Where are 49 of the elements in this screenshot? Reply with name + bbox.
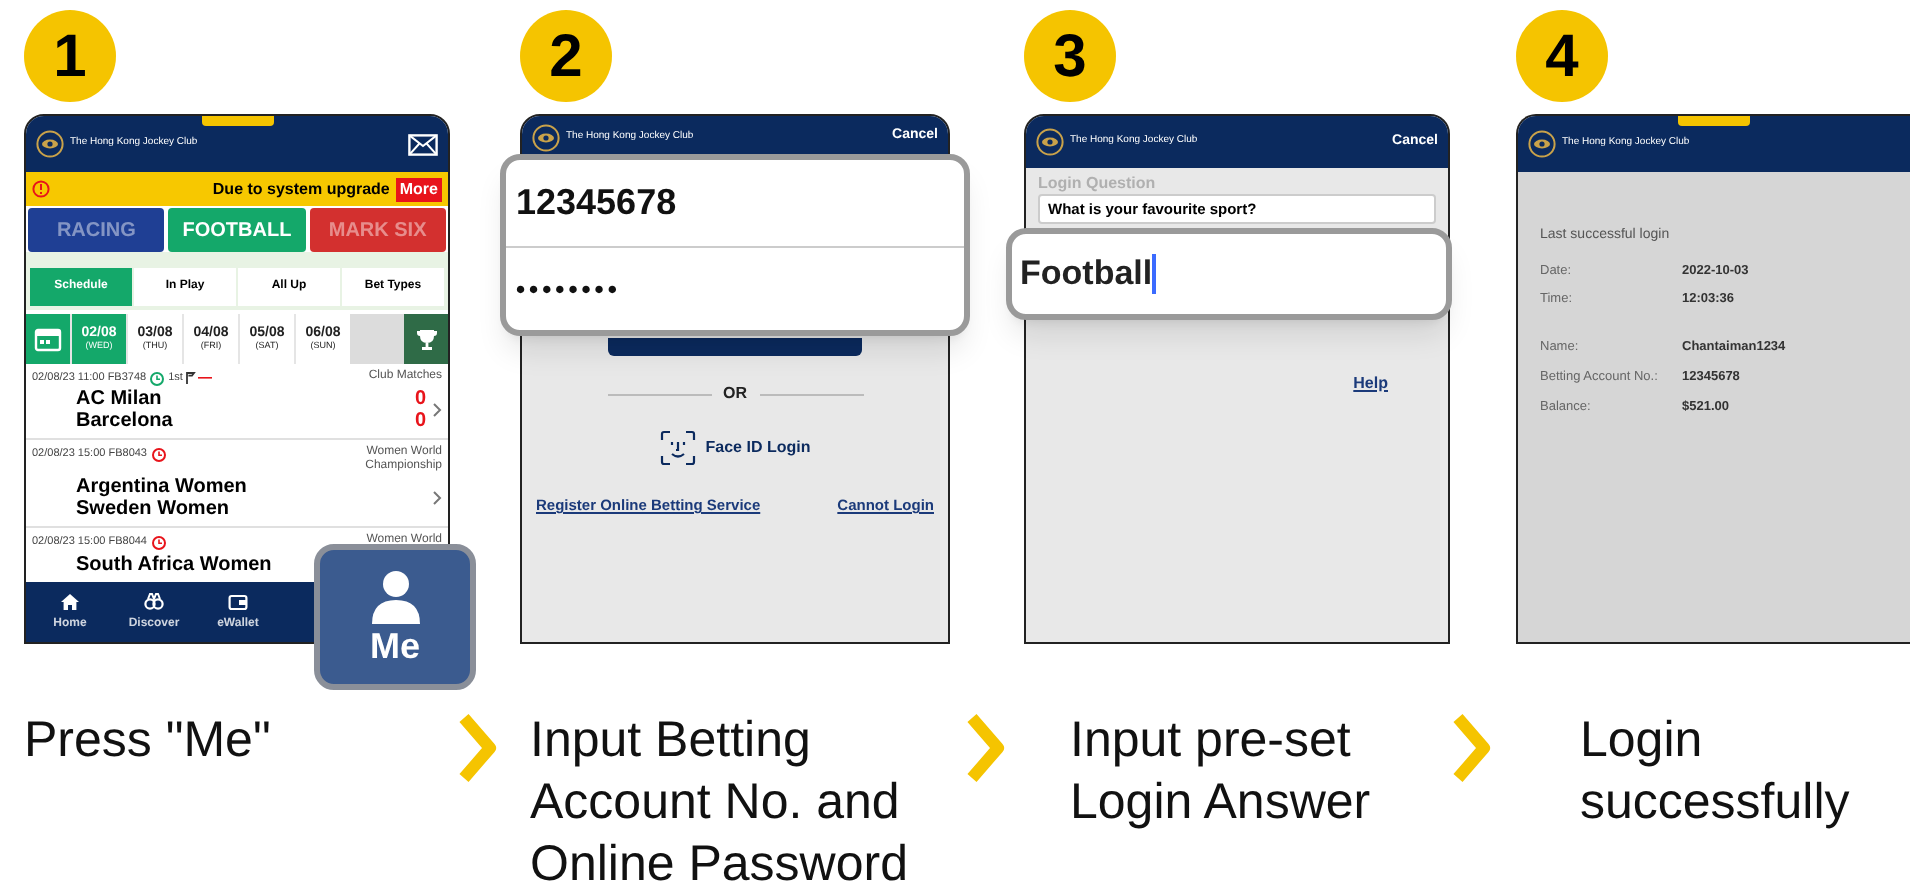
step-number: 2: [520, 10, 612, 102]
mail-icon[interactable]: [408, 133, 438, 155]
date-placeholder: [350, 314, 404, 364]
chevron-icon: [432, 402, 442, 419]
chevron-icon: [1450, 712, 1494, 784]
team-name: Argentina Women: [76, 476, 247, 499]
step-number: 1: [24, 10, 116, 102]
face-id-icon: [659, 430, 696, 466]
me-button[interactable]: Me: [314, 544, 476, 690]
club-logo-icon: [1528, 130, 1556, 158]
step-caption: Login successfully: [1580, 710, 1852, 834]
trophy-icon: [415, 327, 437, 351]
step-number: 4: [1516, 10, 1608, 102]
discover-icon: [144, 591, 164, 611]
step-caption: Input Betting Account No. and Online Password: [530, 710, 910, 888]
step-caption: Input pre-set Login Answer: [1070, 710, 1373, 834]
more-button[interactable]: More: [395, 177, 442, 201]
score: 0: [414, 410, 426, 433]
chevron-icon: [964, 712, 1008, 784]
account-field[interactable]: 12345678: [506, 160, 964, 248]
chevron-icon: [432, 490, 442, 507]
divider-label: OR: [723, 382, 747, 406]
step-caption: Press "Me": [24, 710, 273, 772]
team-name: Barcelona: [76, 410, 173, 433]
club-logo-icon: [532, 123, 560, 151]
wallet-icon: [228, 591, 248, 611]
text-cursor: [1152, 254, 1157, 294]
help-link[interactable]: Help: [1353, 372, 1388, 396]
answer-field[interactable]: Football: [1006, 228, 1452, 320]
calendar-icon: [34, 326, 62, 352]
step-number: 3: [1024, 10, 1116, 102]
section-heading: Login Question: [1038, 174, 1158, 192]
club-logo-icon: [1036, 128, 1064, 156]
trophy-button[interactable]: [404, 314, 448, 364]
team-name: Sweden Women: [76, 498, 231, 521]
person-icon: [367, 568, 423, 624]
home-icon: [60, 591, 80, 611]
team-name: AC Milan: [76, 388, 164, 411]
flag-icon: [186, 372, 215, 385]
team-name: South Africa Women: [76, 553, 272, 575]
club-logo-icon: [36, 130, 64, 158]
chevron-icon: [456, 712, 500, 784]
password-field[interactable]: ••••••••: [506, 248, 964, 330]
calendar-button[interactable]: [26, 314, 70, 364]
warning-icon: [32, 180, 50, 198]
pull-tab[interactable]: [201, 116, 273, 126]
face-id-button[interactable]: Face ID Login: [659, 430, 811, 466]
notice-text: Due to system upgrade: [212, 177, 390, 201]
score: 0: [414, 388, 426, 411]
